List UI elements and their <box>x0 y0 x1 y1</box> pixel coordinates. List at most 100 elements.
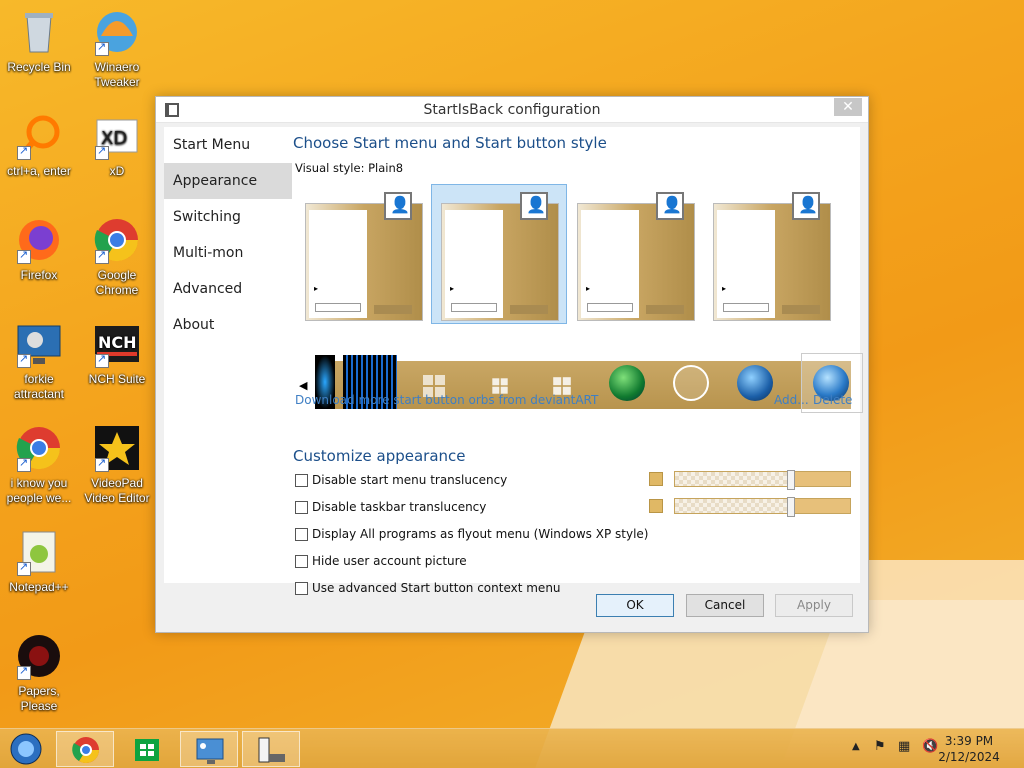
shortcut-arrow-icon <box>17 456 31 472</box>
desktop-icon-recycle-bin[interactable]: Recycle Bin <box>0 8 78 75</box>
orb-clover[interactable] <box>609 365 645 401</box>
shortcut-arrow-icon <box>95 144 109 160</box>
user-picture-icon <box>520 192 548 220</box>
desktop-icon-label: xD <box>109 164 125 178</box>
checkbox[interactable] <box>295 474 308 487</box>
window-title: StartIsBack configuration <box>423 102 601 118</box>
deviantart-link[interactable]: Download more start button orbs from dev… <box>295 393 598 407</box>
desktop-icon-xd[interactable]: XD xD <box>78 112 156 179</box>
power-button-preview <box>510 305 548 314</box>
nav-item-about[interactable]: About <box>164 307 292 343</box>
desktop-icon-google-chrome[interactable]: Google Chrome <box>78 216 156 298</box>
nav-item-multi-mon[interactable]: Multi-mon <box>164 235 292 271</box>
shortcut-arrow-icon <box>17 144 31 160</box>
checkbox[interactable] <box>295 528 308 541</box>
apply-button[interactable]: Apply <box>775 594 853 617</box>
visual-style-value: Plain8 <box>368 161 404 175</box>
taskbar-color-swatch[interactable] <box>649 499 663 513</box>
thumbnail-menu-preview: ▸ <box>445 210 503 318</box>
desktop-icon-winaero-tweaker[interactable]: Winaero Tweaker <box>78 8 156 90</box>
magnifier-icon <box>15 112 63 160</box>
shortcut-arrow-icon <box>17 352 31 368</box>
taskbar-clock[interactable]: 3:39 PM 2/12/2024 <box>934 733 1004 765</box>
option-hide-user-picture[interactable]: Hide user account picture <box>295 554 467 570</box>
hxd-icon: XD <box>93 112 141 160</box>
close-button[interactable]: ✕ <box>834 98 862 116</box>
shortcut-arrow-icon <box>95 40 109 56</box>
nav-item-appearance[interactable]: Appearance <box>164 163 292 199</box>
desktop-icon-label: Firefox <box>20 268 58 282</box>
network-icon[interactable]: ▦ <box>898 739 910 754</box>
desktop-icon-ctrl-a-enter[interactable]: ctrl+a, enter <box>0 112 78 179</box>
taskbar-store[interactable] <box>118 731 176 767</box>
scroll-left-arrow-icon[interactable]: ◀ <box>299 379 307 392</box>
start-button[interactable] <box>0 731 52 767</box>
desktop-icon-papers-please[interactable]: Papers, Please <box>0 632 78 714</box>
customize-heading: Customize appearance <box>293 447 466 465</box>
slider-thumb[interactable] <box>787 497 795 517</box>
desktop-icon-videopad[interactable]: VideoPad Video Editor <box>78 424 156 506</box>
shortcut-arrow-icon <box>17 664 31 680</box>
startisback-icon <box>258 737 285 763</box>
desktop-icon-nch-suite[interactable]: NCH NCH Suite <box>78 320 156 387</box>
cancel-button[interactable]: Cancel <box>686 594 764 617</box>
orb-white-windows[interactable] <box>673 365 709 401</box>
chevron-right-icon: ▸ <box>722 284 727 293</box>
section-heading: Choose Start menu and Start button style <box>293 134 607 152</box>
desktop-icon-firefox[interactable]: Firefox <box>0 216 78 283</box>
checkbox[interactable] <box>295 582 308 595</box>
desktop-icon-forkie[interactable]: forkie attractant <box>0 320 78 402</box>
search-box-preview <box>315 303 361 312</box>
option-disable-start-menu-translucency[interactable]: Disable start menu translucency <box>295 473 507 489</box>
add-orb-link[interactable]: Add... <box>774 393 809 407</box>
chevron-right-icon: ▸ <box>450 284 455 293</box>
orb-windows7-blue[interactable] <box>737 365 773 401</box>
ok-button[interactable]: OK <box>596 594 674 617</box>
taskbar-control-panel[interactable] <box>180 731 238 767</box>
recycle-bin-icon <box>15 8 63 56</box>
window-titlebar[interactable]: StartIsBack configuration ✕ <box>156 97 868 123</box>
delete-orb-link[interactable]: Delete <box>813 393 852 407</box>
slider-thumb[interactable] <box>787 470 795 490</box>
style-thumbnail-selected[interactable]: ▸ <box>441 192 559 321</box>
checkbox-label: Disable taskbar translucency <box>312 500 487 514</box>
desktop-icon-label: Google Chrome <box>95 268 139 297</box>
start-menu-color-swatch[interactable] <box>649 472 663 486</box>
style-thumbnail[interactable]: ▸ <box>713 192 831 321</box>
thumbnail-menu-preview: ▸ <box>309 210 367 318</box>
chrome-icon <box>93 216 141 264</box>
nav-item-start-menu[interactable]: Start Menu <box>164 127 292 163</box>
action-center-flag-icon[interactable]: ⚑ <box>874 739 886 754</box>
style-thumbnail[interactable]: ▸ <box>305 192 423 321</box>
start-menu-translucency-slider[interactable] <box>674 470 851 490</box>
desktop-icon-label: VideoPad Video Editor <box>84 476 150 505</box>
taskbar-translucency-slider[interactable] <box>674 497 851 517</box>
show-hidden-icons-chevron-icon[interactable]: ▲ <box>852 741 860 752</box>
style-thumbnail[interactable]: ▸ <box>577 192 695 321</box>
nav-item-advanced[interactable]: Advanced <box>164 271 292 307</box>
store-icon <box>135 739 159 761</box>
option-all-programs-flyout[interactable]: Display All programs as flyout menu (Win… <box>295 527 648 543</box>
checkbox[interactable] <box>295 555 308 568</box>
startisback-config-window: StartIsBack configuration ✕ Start Menu A… <box>155 96 869 633</box>
settings-nav: Start Menu Appearance Switching Multi-mo… <box>164 127 292 343</box>
option-advanced-context-menu[interactable]: Use advanced Start button context menu <box>295 581 561 597</box>
search-box-preview <box>587 303 633 312</box>
checkbox[interactable] <box>295 501 308 514</box>
checkbox-label: Hide user account picture <box>312 554 467 568</box>
nav-item-switching[interactable]: Switching <box>164 199 292 235</box>
visual-style-label: Visual style: <box>295 161 365 175</box>
taskbar-chrome[interactable] <box>56 731 114 767</box>
option-disable-taskbar-translucency[interactable]: Disable taskbar translucency <box>295 500 486 516</box>
firefox-icon <box>15 216 63 264</box>
desktop-icon-notepad-plus-plus[interactable]: Notepad++ <box>0 528 78 595</box>
user-picture-icon <box>656 192 684 220</box>
checkbox-label: Disable start menu translucency <box>312 473 508 487</box>
orb-windows8-small[interactable] <box>492 378 508 394</box>
desktop-icon-label: i know you people we... <box>6 476 72 505</box>
thumbnail-menu-preview: ▸ <box>717 210 775 318</box>
taskbar-startisback-config[interactable] <box>242 731 300 767</box>
desktop-icon-chrome-shortcut[interactable]: i know you people we... <box>0 424 78 506</box>
dialog-content: Start Menu Appearance Switching Multi-mo… <box>164 127 863 595</box>
desktop-icon-label: Notepad++ <box>9 580 69 594</box>
